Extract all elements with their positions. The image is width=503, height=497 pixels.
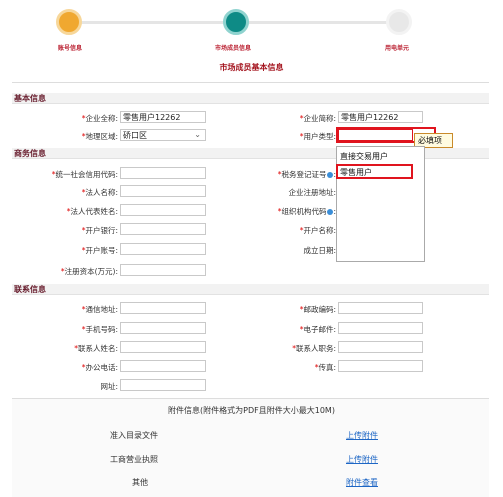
- address-label: *通信地址:: [81, 305, 118, 314]
- company-short-name-label: *企业简称:: [299, 114, 336, 123]
- tax-reg-label: *税务登记证号:: [277, 170, 336, 179]
- attachment-name-directory: 准入目录文件: [110, 431, 158, 440]
- user-type-option-direct[interactable]: 直接交易用户: [340, 151, 388, 162]
- chevron-down-icon: ⌄: [194, 130, 201, 139]
- step-label-account: 账号信息: [58, 45, 83, 52]
- bank-label: *开户银行:: [81, 226, 118, 235]
- step-circle-unit: [386, 9, 412, 35]
- attachments-header: 附件信息(附件格式为PDF且附件大小最大10M): [168, 406, 335, 415]
- section-business-title: 商务信息: [14, 149, 46, 158]
- step-label-member: 市场成员信息: [215, 45, 252, 52]
- legal-person-label: *法人名称:: [81, 188, 118, 197]
- upload-directory-link[interactable]: 上传附件: [346, 430, 378, 441]
- section-contact-title: 联系信息: [14, 285, 46, 294]
- reg-address-label: 企业注册地址:: [288, 188, 336, 197]
- legal-rep-input[interactable]: [120, 204, 206, 216]
- contact-name-input[interactable]: [120, 341, 206, 353]
- step-label-unit: 用电单元: [385, 45, 410, 52]
- website-label: 网址:: [100, 382, 118, 391]
- mobile-input[interactable]: [120, 322, 206, 334]
- postcode-input[interactable]: [338, 302, 423, 314]
- attachment-name-license: 工商营业执照: [110, 455, 158, 464]
- credit-code-input[interactable]: [120, 167, 206, 179]
- step-circle-account: [56, 9, 82, 35]
- region-select[interactable]: 硚口区 ⌄: [120, 129, 206, 141]
- contact-name-label: *联系人姓名:: [74, 344, 118, 353]
- contact-title-label: *联系人职务:: [292, 344, 336, 353]
- org-code-label: *组织机构代码:: [277, 207, 336, 216]
- fax-input[interactable]: [338, 360, 423, 372]
- account-no-input[interactable]: [120, 243, 206, 255]
- contact-title-input[interactable]: [338, 341, 423, 353]
- user-type-label: *用户类型:: [299, 132, 336, 141]
- step-track-done: [80, 21, 226, 24]
- company-full-name-label: *企业全称:: [81, 114, 118, 123]
- page-title: 市场成员基本信息: [219, 63, 284, 72]
- postcode-label: *邮政编码:: [299, 305, 336, 314]
- section-contact: 联系信息: [12, 284, 489, 295]
- company-short-name-input[interactable]: 零售用户12262: [338, 111, 423, 123]
- divider: [12, 82, 489, 83]
- region-value: 硚口区: [123, 131, 147, 140]
- section-basic: 基本信息: [12, 93, 489, 104]
- retail-option-highlight: [336, 164, 413, 179]
- address-input[interactable]: [120, 302, 206, 314]
- credit-code-label: *统一社会信用代码:: [51, 170, 118, 179]
- attachment-name-other: 其他: [132, 478, 148, 487]
- account-no-label: *开户账号:: [81, 246, 118, 255]
- fax-label: *传真:: [314, 363, 336, 372]
- email-label: *电子邮件:: [299, 325, 336, 334]
- bank-input[interactable]: [120, 223, 206, 235]
- step-circle-member: [223, 9, 249, 35]
- account-name-label: *开户名称:: [299, 226, 336, 235]
- email-input[interactable]: [338, 322, 423, 334]
- mobile-label: *手机号码:: [81, 325, 118, 334]
- capital-label: *注册资本(万元):: [60, 267, 118, 276]
- legal-rep-label: *法人代表姓名:: [66, 207, 118, 216]
- legal-person-input[interactable]: [120, 185, 206, 197]
- section-basic-title: 基本信息: [14, 94, 46, 103]
- office-phone-label: *办公电话:: [81, 363, 118, 372]
- established-label: 成立日期:: [303, 246, 336, 255]
- region-label: *地理区域:: [81, 132, 118, 141]
- upload-license-link[interactable]: 上传附件: [346, 454, 378, 465]
- view-other-link[interactable]: 附件查看: [346, 477, 378, 488]
- capital-input[interactable]: [120, 264, 206, 276]
- website-input[interactable]: [120, 379, 206, 391]
- company-full-name-input[interactable]: 零售用户12262: [120, 111, 206, 123]
- step-track-todo: [246, 21, 389, 24]
- office-phone-input[interactable]: [120, 360, 206, 372]
